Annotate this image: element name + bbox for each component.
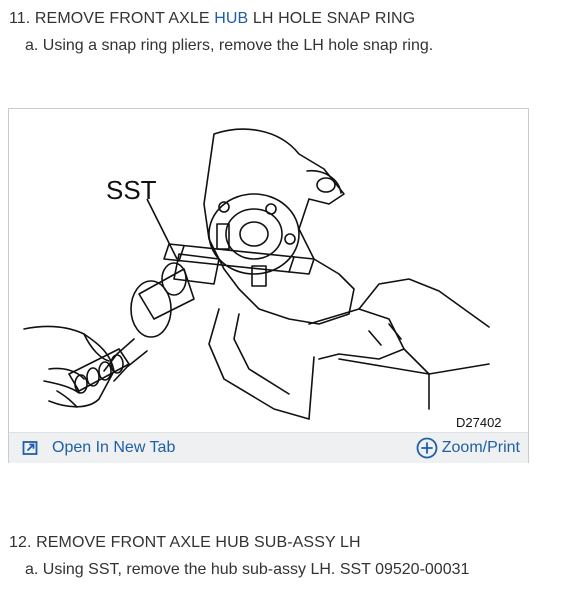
- step-12-substep: a. Using SST, remove the hub sub-assy LH…: [25, 561, 470, 578]
- hub-link[interactable]: HUB: [214, 10, 248, 27]
- open-in-new-tab-label: Open In New Tab: [52, 439, 176, 456]
- zoom-plus-icon: [416, 437, 438, 459]
- zoom-print-label: Zoom/Print: [441, 439, 520, 456]
- figure-toolbar: Open In New Tab Zoom/Print: [9, 432, 528, 463]
- open-in-new-tab-icon: [22, 439, 40, 457]
- step-11-title: 11. REMOVE FRONT AXLE HUB LH HOLE SNAP R…: [9, 10, 415, 28]
- figure-container: SST D27402 Open In New Tab Zoom/Print: [8, 108, 529, 463]
- hub-removal-illustration: SST D27402: [23, 128, 502, 430]
- step-11-title-start: 11. REMOVE FRONT AXLE: [9, 10, 215, 27]
- zoom-print-button[interactable]: Zoom/Print: [416, 437, 520, 459]
- sst-label: SST: [106, 175, 157, 205]
- step-12-title: 12. REMOVE FRONT AXLE HUB SUB-ASSY LH: [9, 534, 361, 551]
- open-in-new-tab-button[interactable]: Open In New Tab: [22, 437, 175, 459]
- figure-code: D27402: [456, 415, 502, 430]
- step-11-substep: a. Using a snap ring pliers, remove the …: [25, 37, 434, 54]
- step-11-title-end: LH HOLE SNAP RING: [248, 10, 416, 27]
